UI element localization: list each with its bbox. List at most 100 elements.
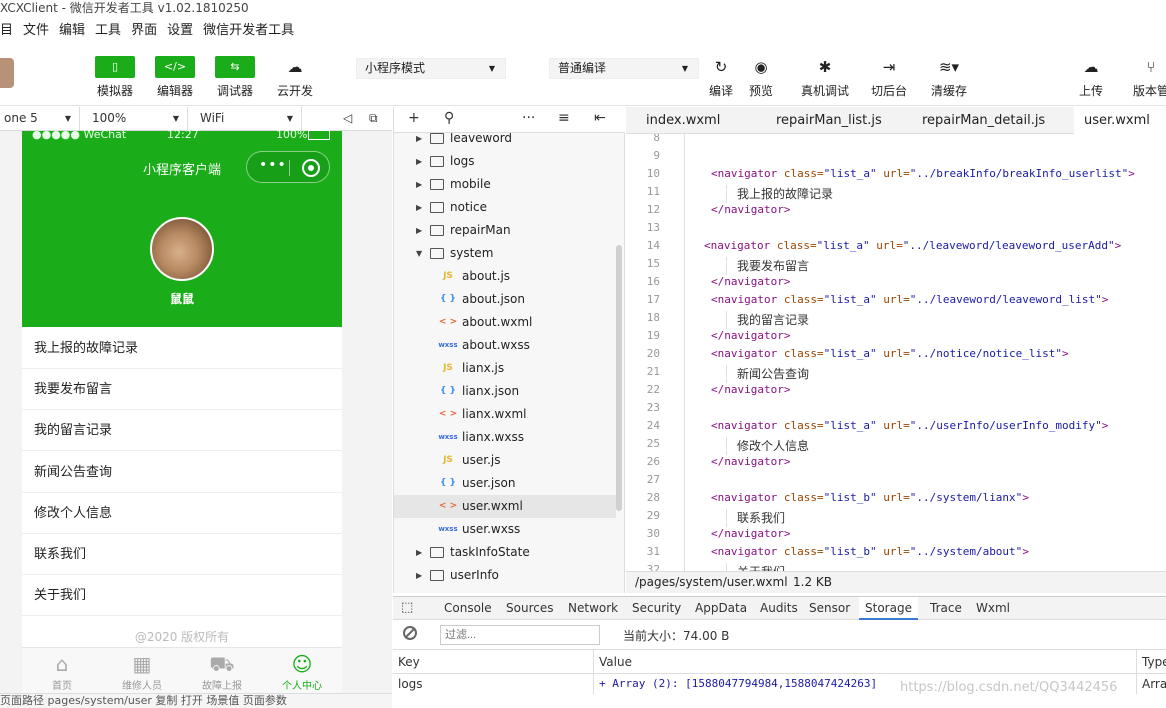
caret-right-icon[interactable]: ▶	[416, 150, 422, 173]
tree-scrollbar[interactable]	[616, 245, 622, 511]
profile-menu-item[interactable]: 关于我们	[22, 575, 342, 617]
menu-item[interactable]: 工具	[95, 23, 121, 38]
menu-item[interactable]: 设置	[167, 23, 193, 38]
profile-menu-item[interactable]: 修改个人信息	[22, 492, 342, 534]
tab-report[interactable]: ⛟ 故障上报	[182, 648, 262, 692]
upload-button[interactable]: ☁ 上传	[1066, 56, 1116, 99]
search-icon[interactable]: ⚲	[444, 110, 454, 126]
background-button[interactable]: ⇥ 切后台	[864, 56, 914, 99]
indent-guide	[726, 437, 727, 455]
debugger-button[interactable]: ⇆ 调试器	[210, 56, 260, 99]
tab-home[interactable]: ⌂ 首页	[22, 648, 102, 692]
tree-row[interactable]: ▶ repairMan	[394, 219, 616, 242]
tree-row[interactable]: ▶ mobile	[394, 173, 616, 196]
tree-row[interactable]: { } user.json	[394, 472, 616, 495]
menu-item[interactable]: 目	[0, 23, 13, 38]
zoom-select[interactable]: 100% ▼	[88, 107, 188, 130]
tree-row[interactable]: ▶ userInfo	[394, 564, 616, 587]
preview-button[interactable]: ◉ 预览	[736, 56, 786, 99]
tree-row[interactable]: { } lianx.json	[394, 380, 616, 403]
tree-row[interactable]: ▶ taskInfoState	[394, 541, 616, 564]
editor-tab[interactable]: index.wxml	[636, 107, 730, 134]
cell-key[interactable]: logs	[393, 674, 594, 694]
clear-icon[interactable]	[403, 626, 417, 640]
capsule-menu[interactable]: •••	[246, 151, 330, 183]
column-type[interactable]: Type	[1137, 650, 1166, 674]
panel-collapse-icon[interactable]: ⇤	[594, 110, 606, 126]
devtools-tab[interactable]: Wxml	[970, 597, 1016, 620]
devtools-tab[interactable]: Storage	[859, 597, 918, 620]
close-mini-icon[interactable]	[302, 159, 320, 177]
devtools-tab[interactable]: Sensor	[803, 597, 856, 620]
devtools-tab[interactable]: Audits	[754, 597, 804, 620]
devtools-tab[interactable]: Network	[562, 597, 624, 620]
code-editor[interactable]: 8 9 10 <navigator class="list_a" url="../br…	[626, 134, 1166, 571]
cloud-dev-button[interactable]: ☁ 云开发	[270, 56, 320, 99]
devtools-tab[interactable]: Security	[626, 597, 687, 620]
tree-row[interactable]: < > lianx.wxml	[394, 403, 616, 426]
more-icon[interactable]: •••	[259, 157, 287, 173]
tree-row[interactable]: ▼ system	[394, 242, 616, 265]
code-tag: </navigator>	[711, 275, 791, 288]
avatar[interactable]	[0, 58, 14, 88]
tab-profile[interactable]: ☺ 个人中心	[262, 648, 342, 692]
menu-item[interactable]: 文件	[23, 23, 49, 38]
tree-row[interactable]: < > about.wxml	[394, 311, 616, 334]
tree-row[interactable]: ▶ notice	[394, 196, 616, 219]
profile-menu-item[interactable]: 联系我们	[22, 534, 342, 575]
caret-right-icon[interactable]: ▶	[416, 173, 422, 196]
caret-right-icon[interactable]: ▶	[416, 564, 422, 587]
menu-item[interactable]: 微信开发者工具	[203, 23, 294, 38]
code-line: </navigator>	[711, 527, 790, 540]
tree-row[interactable]: { } about.json	[394, 288, 616, 311]
tree-row[interactable]: < > user.wxml	[394, 495, 616, 518]
tree-row[interactable]: ▶ leaveword	[394, 133, 616, 150]
inspect-icon[interactable]: ⬚	[401, 600, 413, 615]
menu-item[interactable]: 界面	[131, 23, 157, 38]
caret-right-icon[interactable]: ▶	[416, 541, 422, 564]
tree-row[interactable]: wxss lianx.wxss	[394, 426, 616, 449]
filter-input[interactable]	[440, 625, 600, 645]
compile-select[interactable]: 普通编译 ▼	[549, 58, 699, 79]
editor-tab[interactable]: repairMan_detail.js	[912, 107, 1055, 134]
profile-menu-item[interactable]: 我上报的故障记录	[22, 328, 342, 369]
folder-icon	[430, 133, 444, 144]
device-select[interactable]: one 5 ▼	[0, 107, 80, 130]
menu-item[interactable]: 编辑	[59, 23, 85, 38]
collapse-icon[interactable]: ≡	[558, 110, 570, 126]
simulator-button[interactable]: ▯ 模拟器	[90, 56, 140, 99]
mode-select[interactable]: 小程序模式 ▼	[356, 58, 506, 79]
editor-button[interactable]: </> 编辑器	[150, 56, 200, 99]
caret-down-icon[interactable]: ▼	[416, 242, 422, 265]
tree-row[interactable]: wxss user.wxss	[394, 518, 616, 541]
devtools-tab[interactable]: Console	[438, 597, 498, 620]
remote-debug-button[interactable]: ✱ 真机调试	[796, 56, 854, 99]
volume-icon[interactable]: ◁	[343, 107, 352, 130]
tree-row[interactable]: wxss about.wxss	[394, 334, 616, 357]
tree-row[interactable]: JS about.js	[394, 265, 616, 288]
column-key[interactable]: Key	[393, 650, 594, 674]
tree-row[interactable]: JS user.js	[394, 449, 616, 472]
editor-tab[interactable]: user.wxml	[1074, 107, 1166, 134]
profile-menu-item[interactable]: 我的留言记录	[22, 410, 342, 452]
devtools-tab[interactable]: AppData	[689, 597, 753, 620]
profile-menu-item[interactable]: 新闻公告查询	[22, 451, 342, 493]
line-number: 11	[646, 185, 660, 198]
more-icon[interactable]: ···	[522, 110, 535, 126]
add-icon[interactable]: +	[408, 110, 420, 126]
popout-icon[interactable]: ⧉	[369, 107, 378, 130]
editor-tab[interactable]: repairMan_list.js	[766, 107, 892, 134]
caret-right-icon[interactable]: ▶	[416, 219, 422, 242]
tree-row[interactable]: ▶ logs	[394, 150, 616, 173]
tab-repairman[interactable]: ▦ 维修人员	[102, 648, 182, 692]
profile-menu-item[interactable]: 我要发布留言	[22, 369, 342, 411]
devtools-tab[interactable]: Trace	[924, 597, 968, 620]
tree-row[interactable]: JS lianx.js	[394, 357, 616, 380]
network-select[interactable]: WiFi ▼	[196, 107, 302, 130]
caret-right-icon[interactable]: ▶	[416, 196, 422, 219]
column-value[interactable]: Value	[594, 650, 1137, 674]
version-button[interactable]: ⑂ 版本管	[1126, 56, 1166, 99]
clear-cache-button[interactable]: ≋▾ 清缓存	[924, 56, 974, 99]
caret-right-icon[interactable]: ▶	[416, 133, 422, 150]
devtools-tab[interactable]: Sources	[500, 597, 559, 620]
